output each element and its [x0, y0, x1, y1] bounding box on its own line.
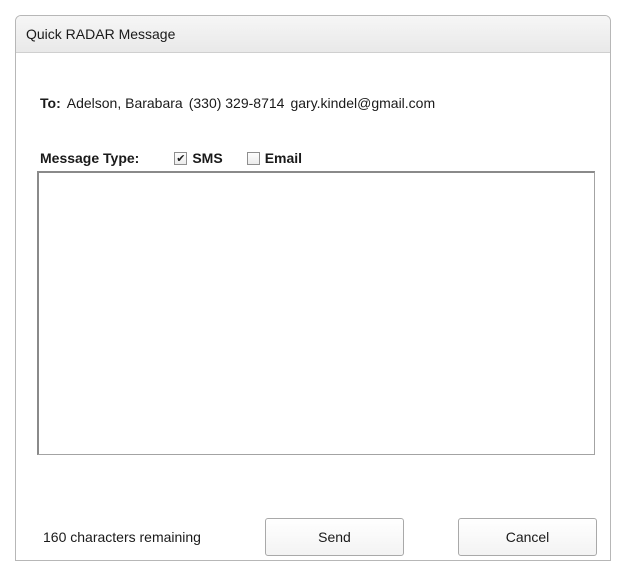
to-label: To: [40, 95, 61, 111]
email-option[interactable]: Email [246, 150, 302, 166]
recipient-row: To: Adelson, Barabara (330) 329-8714 gary.k… [40, 95, 435, 111]
sms-option[interactable]: ✔ SMS [174, 150, 223, 166]
email-label[interactable]: Email [265, 150, 302, 166]
message-type-label: Message Type: [40, 150, 140, 166]
recipient-phone: (330) 329-8714 [188, 95, 285, 111]
dialog-title-bar: Quick RADAR Message [16, 16, 610, 53]
email-checkbox[interactable] [246, 151, 260, 165]
quick-radar-message-dialog: Quick RADAR Message To: Adelson, Barabara… [15, 15, 611, 561]
send-button[interactable]: Send [265, 518, 404, 556]
recipient-email: gary.kindel@gmail.com [290, 95, 436, 111]
cancel-button[interactable]: Cancel [458, 518, 597, 556]
recipient-name: Adelson, Barabara [66, 95, 183, 111]
sms-label[interactable]: SMS [192, 150, 222, 166]
message-type-row: Message Type: ✔ SMS Email [40, 150, 302, 166]
sms-checkbox[interactable]: ✔ [174, 151, 188, 165]
characters-remaining: 160 characters remaining [43, 529, 201, 545]
dialog-title: Quick RADAR Message [26, 26, 176, 42]
message-textarea[interactable] [37, 171, 595, 455]
